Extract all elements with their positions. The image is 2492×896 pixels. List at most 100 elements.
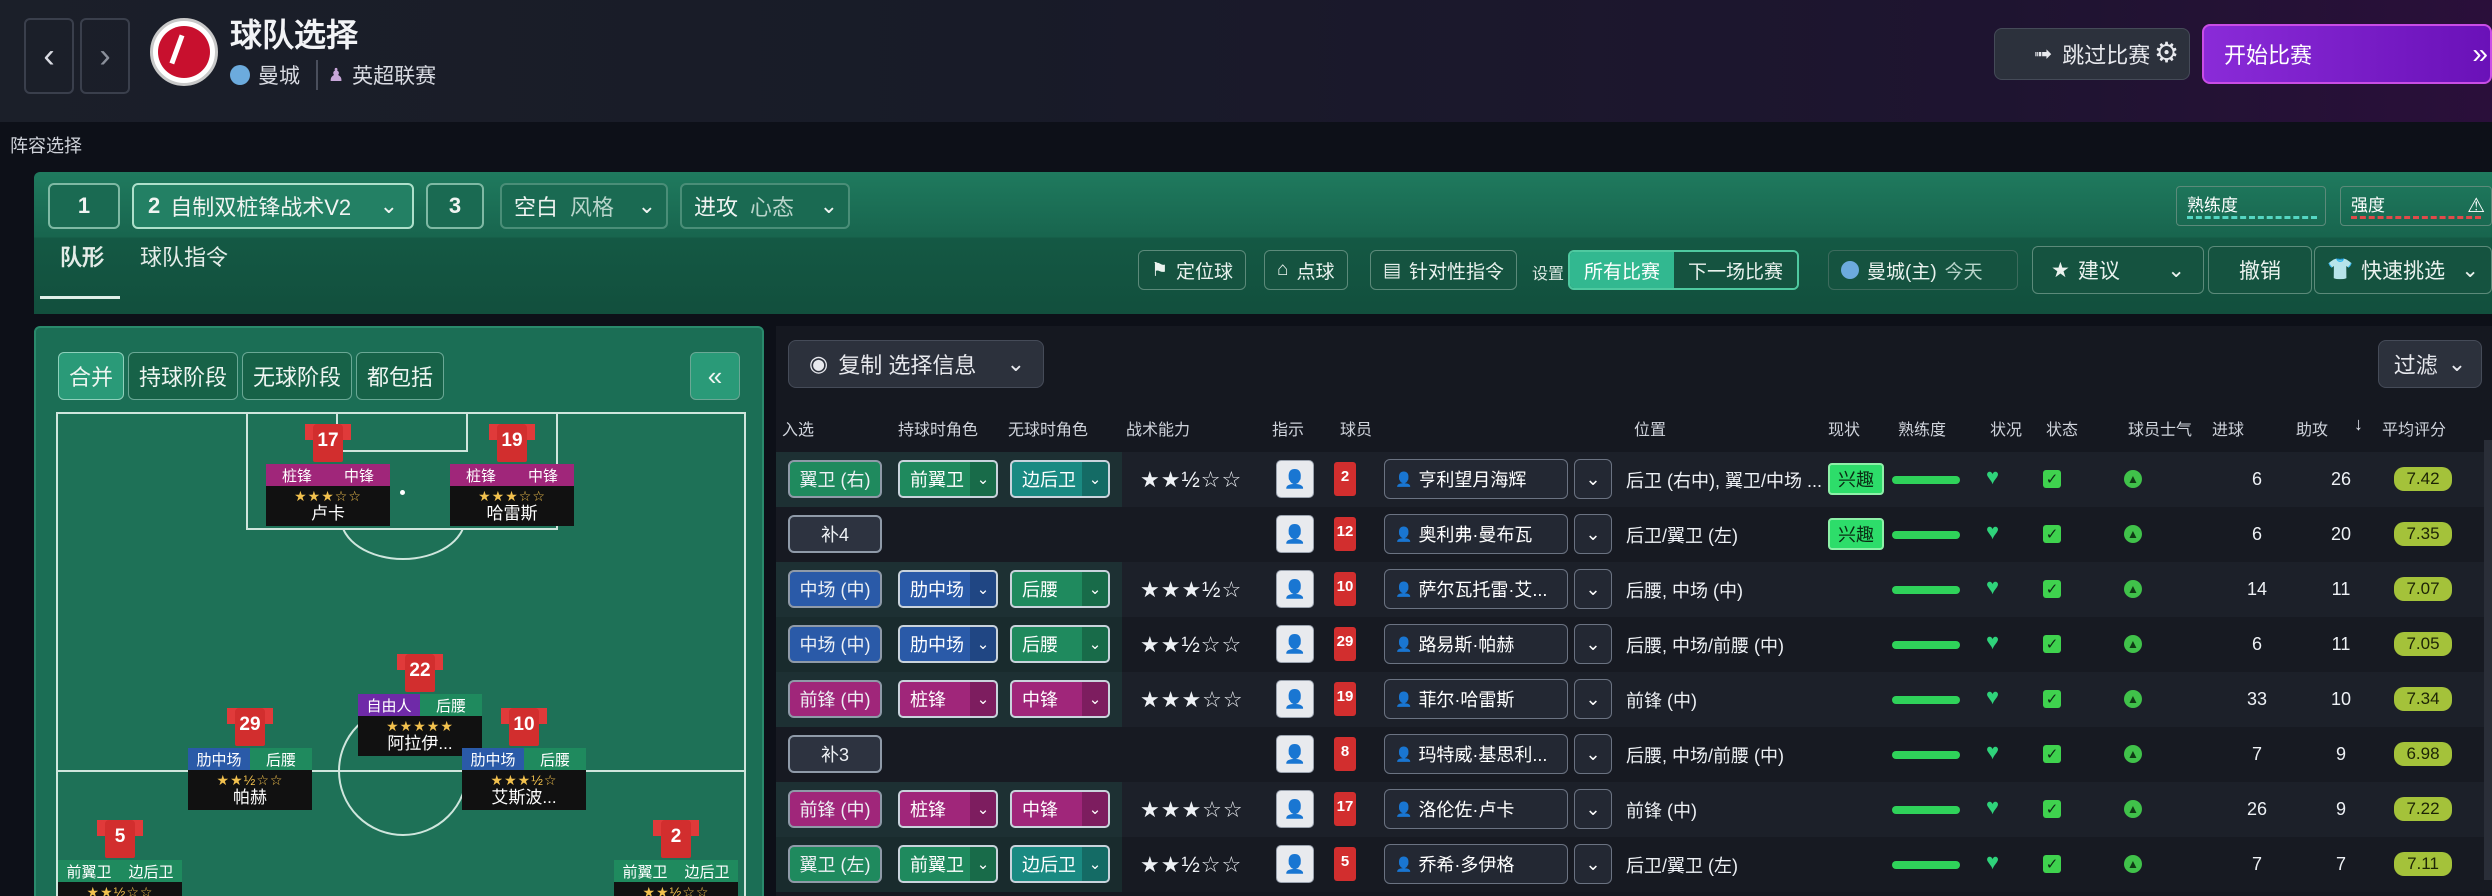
column-header[interactable]: 状态 [2046, 416, 2078, 440]
pitch-player-10[interactable]: 10 肋中场 后腰 ★★★½☆ 艾斯波... [462, 704, 586, 810]
table-row[interactable]: 补3 👤 8 👤 玛特威·基思利... ⌄ 后腰, 中场/前腰 (中) ♥ ✓ … [776, 727, 2492, 782]
player-instructions-icon[interactable]: 👤 [1276, 790, 1314, 828]
penalties-button[interactable]: ⌂ 点球 [1264, 250, 1348, 290]
out-of-possession-role-dropdown[interactable]: 边后卫 ⌄ [1010, 460, 1110, 498]
player-instructions-icon[interactable]: 👤 [1276, 680, 1314, 718]
start-match-button[interactable]: 开始比赛 » [2202, 24, 2492, 84]
player-dropdown[interactable]: 👤 玛特威·基思利... [1384, 734, 1568, 774]
chevron-down-icon[interactable]: ⌄ [1574, 569, 1612, 609]
phase-out-of-possession-button[interactable]: 无球阶段 [242, 352, 353, 400]
player-instructions-icon[interactable]: 👤 [1276, 625, 1314, 663]
in-possession-role-dropdown[interactable]: 肋中场 ⌄ [898, 625, 998, 663]
sort-arrow-icon[interactable]: ↓ [2354, 414, 2363, 435]
player-instructions-icon[interactable]: 👤 [1276, 845, 1314, 883]
scrollbar[interactable] [2484, 440, 2492, 880]
out-of-possession-role-dropdown[interactable]: 后腰 ⌄ [1010, 625, 1110, 663]
chevron-down-icon[interactable]: ⌄ [1574, 514, 1612, 554]
player-dropdown[interactable]: 👤 萨尔瓦托雷·艾... [1384, 569, 1568, 609]
table-row[interactable]: 前锋 (中) 桩锋 ⌄ 中锋 ⌄ ★★★☆☆ 👤 17 👤 洛伦佐·卢卡 ⌄ 前锋 … [776, 782, 2492, 837]
advice-button[interactable]: ★ 建议 ⌄ [2032, 246, 2204, 294]
player-dropdown[interactable]: 👤 奥利弗·曼布瓦 [1384, 514, 1568, 554]
table-row[interactable]: 翼卫 (右) 前翼卫 ⌄ 边后卫 ⌄ ★★½☆☆ 👤 2 👤 亨利望月海辉 ⌄ 后卫… [776, 452, 2492, 507]
tab-formation[interactable]: 队形 [60, 240, 104, 272]
chevron-down-icon[interactable]: ⌄ [1574, 459, 1612, 499]
table-row[interactable]: 中场 (中) 肋中场 ⌄ 后腰 ⌄ ★★½☆☆ 👤 29 👤 路易斯·帕赫 ⌄ 后腰… [776, 617, 2492, 672]
chevron-down-icon[interactable]: ⌄ [1574, 789, 1612, 829]
player-instructions-icon[interactable]: 👤 [1276, 570, 1314, 608]
chevron-down-icon[interactable]: ⌄ [1574, 844, 1612, 884]
pitch-player-17[interactable]: 17 桩锋 中锋 ★★★☆☆ 卢卡 [266, 420, 390, 526]
phase-combined-button[interactable]: 合并 [58, 352, 125, 400]
table-row[interactable]: 翼卫 (左) 前翼卫 ⌄ 边后卫 ⌄ ★★½☆☆ 👤 5 👤 乔希·多伊格 ⌄ 后卫… [776, 837, 2492, 892]
column-header[interactable]: 助攻 [2296, 416, 2328, 440]
player-dropdown[interactable]: 👤 亨利望月海辉 [1384, 459, 1568, 499]
opposition-instructions-button[interactable]: ▤ 针对性指令 [1370, 250, 1517, 290]
tab-team-instructions[interactable]: 球队指令 [140, 240, 228, 272]
player-dropdown[interactable]: 👤 洛伦佐·卢卡 [1384, 789, 1568, 829]
chevron-down-icon[interactable]: ⌄ [1574, 734, 1612, 774]
table-row[interactable]: 前锋 (中) 桩锋 ⌄ 中锋 ⌄ ★★★☆☆ 👤 19 👤 菲尔·哈雷斯 ⌄ 前锋 … [776, 672, 2492, 727]
phase-in-possession-button[interactable]: 持球阶段 [128, 352, 239, 400]
column-header[interactable]: 球员士气 [2128, 416, 2192, 440]
tactic-slot-1[interactable]: 1 [48, 183, 120, 229]
selection-button[interactable]: 补4 [788, 515, 882, 553]
all-matches-option[interactable]: 所有比赛 [1570, 252, 1675, 288]
pitch-player-5[interactable]: 5 前翼卫 边后卫 ★★½☆☆ [58, 816, 182, 896]
copy-selection-button[interactable]: ◉ 复制 选择信息 ⌄ [788, 340, 1044, 388]
selection-button[interactable]: 补3 [788, 735, 882, 773]
column-header[interactable]: 持球时角色 [898, 416, 978, 440]
column-header[interactable]: 进球 [2212, 416, 2244, 440]
column-header[interactable]: 球员 [1340, 416, 1372, 440]
pitch-player-2[interactable]: 2 前翼卫 边后卫 ★★½☆☆ [614, 816, 738, 896]
column-header[interactable]: 熟练度 [1898, 416, 1946, 440]
column-header[interactable]: 无球时角色 [1008, 416, 1088, 440]
tactic-slot-3[interactable]: 3 [426, 183, 484, 229]
column-header[interactable]: 位置 [1634, 416, 1666, 440]
column-header[interactable]: 战术能力 [1126, 416, 1190, 440]
column-header[interactable]: 现状 [1828, 416, 1860, 440]
selection-button[interactable]: 翼卫 (右) [788, 460, 882, 498]
table-row[interactable]: 中场 (中) 肋中场 ⌄ 后腰 ⌄ ★★★½☆ 👤 10 👤 萨尔瓦托雷·艾... … [776, 562, 2492, 617]
selection-button[interactable]: 前锋 (中) [788, 680, 882, 718]
tactic-slot-2[interactable]: 2 自制双桩锋战术V2 ⌄ [132, 183, 414, 229]
selection-button[interactable]: 中场 (中) [788, 625, 882, 663]
column-header[interactable]: 指示 [1272, 416, 1304, 440]
selection-button[interactable]: 翼卫 (左) [788, 845, 882, 883]
in-possession-role-dropdown[interactable]: 前翼卫 ⌄ [898, 845, 998, 883]
out-of-possession-role-dropdown[interactable]: 中锋 ⌄ [1010, 680, 1110, 718]
player-dropdown[interactable]: 👤 乔希·多伊格 [1384, 844, 1568, 884]
quick-pick-button[interactable]: 👕 快速挑选 ⌄ [2314, 246, 2492, 294]
out-of-possession-role-dropdown[interactable]: 边后卫 ⌄ [1010, 845, 1110, 883]
in-possession-role-dropdown[interactable]: 桩锋 ⌄ [898, 680, 998, 718]
selection-button[interactable]: 前锋 (中) [788, 790, 882, 828]
undo-button[interactable]: 撤销 [2208, 246, 2312, 294]
column-header[interactable]: 入选 [782, 416, 814, 440]
back-button[interactable]: ‹ [24, 18, 74, 94]
selection-button[interactable]: 中场 (中) [788, 570, 882, 608]
chevron-down-icon[interactable]: ⌄ [1574, 624, 1612, 664]
in-possession-role-dropdown[interactable]: 肋中场 ⌄ [898, 570, 998, 608]
mentality-dropdown[interactable]: 进攻 心态 ⌄ [680, 183, 850, 229]
collapse-panel-icon[interactable]: « [690, 352, 740, 400]
table-row[interactable]: 补4 👤 12 👤 奥利弗·曼布瓦 ⌄ 后卫/翼卫 (左) 兴趣 ♥ ✓ ▲ 6… [776, 507, 2492, 562]
phase-both-button[interactable]: 都包括 [356, 352, 445, 400]
forward-button[interactable]: › [80, 18, 130, 94]
style-dropdown[interactable]: 空白 风格 ⌄ [500, 183, 668, 229]
player-dropdown[interactable]: 👤 路易斯·帕赫 [1384, 624, 1568, 664]
in-possession-role-dropdown[interactable]: 桩锋 ⌄ [898, 790, 998, 828]
next-match-option[interactable]: 下一场比赛 [1674, 252, 1798, 288]
set-pieces-button[interactable]: ⚑ 定位球 [1138, 250, 1247, 290]
settings-gear-icon[interactable]: ⚙ [2154, 36, 2179, 69]
in-possession-role-dropdown[interactable]: 前翼卫 ⌄ [898, 460, 998, 498]
column-header[interactable]: 平均评分 [2382, 416, 2446, 440]
out-of-possession-role-dropdown[interactable]: 中锋 ⌄ [1010, 790, 1110, 828]
player-instructions-icon[interactable]: 👤 [1276, 735, 1314, 773]
column-header[interactable]: 状况 [1990, 416, 2022, 440]
filter-button[interactable]: 过滤 ⌄ [2378, 340, 2482, 388]
player-instructions-icon[interactable]: 👤 [1276, 515, 1314, 553]
out-of-possession-role-dropdown[interactable]: 后腰 ⌄ [1010, 570, 1110, 608]
pitch-player-19[interactable]: 19 桩锋 中锋 ★★★☆☆ 哈雷斯 [450, 420, 574, 526]
player-dropdown[interactable]: 👤 菲尔·哈雷斯 [1384, 679, 1568, 719]
player-instructions-icon[interactable]: 👤 [1276, 460, 1314, 498]
pitch-player-29[interactable]: 29 肋中场 后腰 ★★½☆☆ 帕赫 [188, 704, 312, 810]
